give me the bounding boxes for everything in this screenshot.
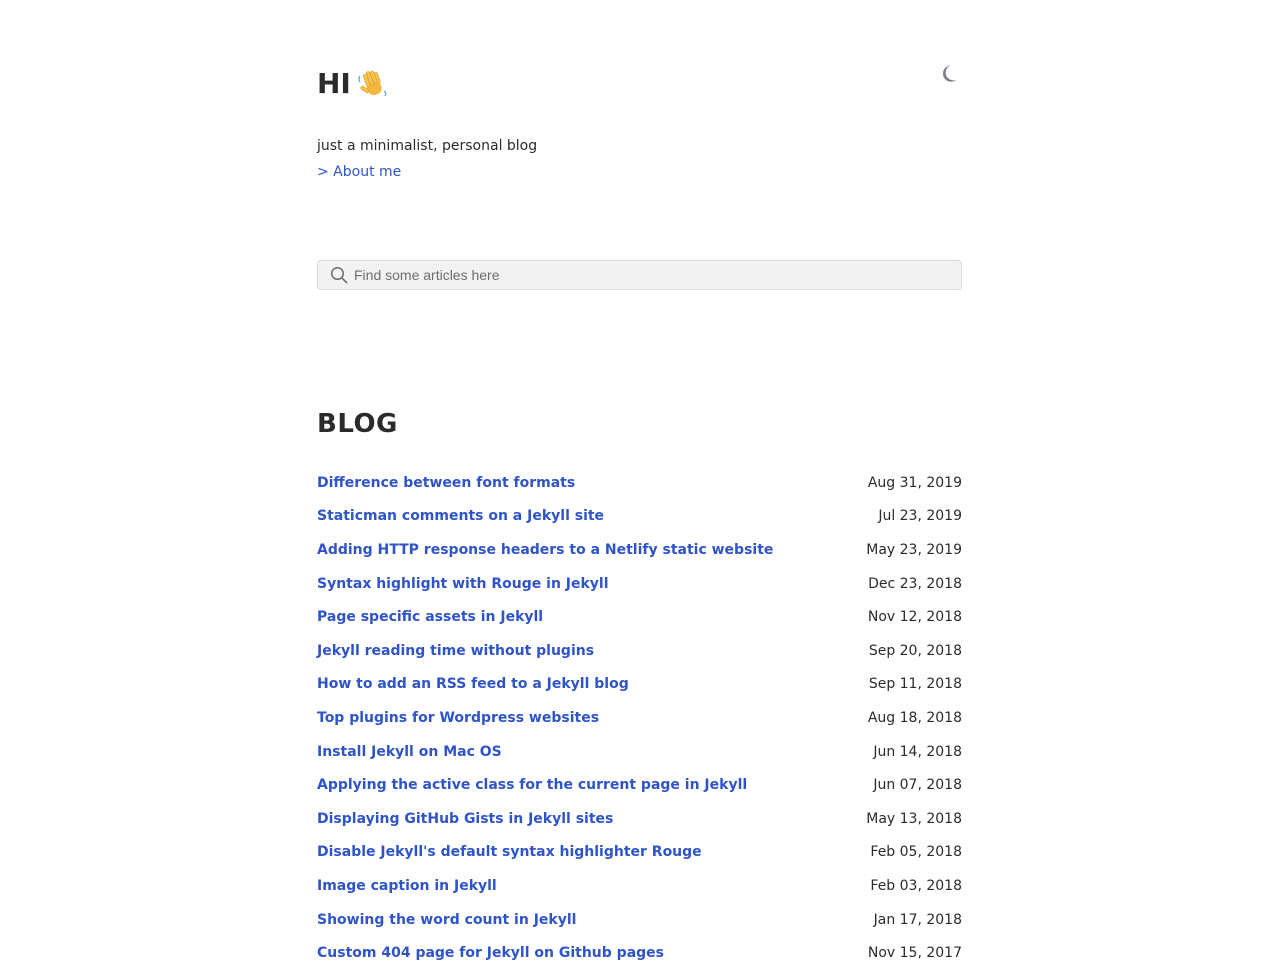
post-list-item: Jekyll reading time without plugins Sep 2… xyxy=(317,634,962,668)
post-list-item: Disable Jekyll's default syntax highligh… xyxy=(317,836,962,870)
page-header: HI just a minimalist, personal blog > Ab… xyxy=(317,0,962,220)
search-icon xyxy=(330,266,348,284)
post-date: Feb 05, 2018 xyxy=(870,844,962,861)
post-date: Feb 03, 2018 xyxy=(870,877,962,894)
moon-icon[interactable] xyxy=(937,61,961,85)
post-date: May 13, 2018 xyxy=(866,810,962,827)
post-title-link[interactable]: Top plugins for Wordpress websites xyxy=(317,710,599,726)
post-title-link[interactable]: Staticman comments on a Jekyll site xyxy=(317,508,604,524)
post-title-link[interactable]: Jekyll reading time without plugins xyxy=(317,643,594,659)
post-date: Dec 23, 2018 xyxy=(868,575,962,592)
post-date: Nov 12, 2018 xyxy=(867,609,962,626)
post-date: Jun 07, 2018 xyxy=(873,777,962,794)
post-date: Nov 15, 2017 xyxy=(867,945,962,962)
post-title-link[interactable]: Page specific assets in Jekyll xyxy=(317,609,543,625)
post-title-link[interactable]: Image caption in Jekyll xyxy=(317,878,497,894)
waving-hand-icon xyxy=(358,70,387,97)
greeting-text: HI xyxy=(317,67,351,100)
post-title-link[interactable]: Showing the word count in Jekyll xyxy=(317,912,576,928)
post-title-link[interactable]: Displaying GitHub Gists in Jekyll sites xyxy=(317,811,613,827)
post-list-item: Adding HTTP response headers to a Netlif… xyxy=(317,533,962,567)
post-title-link[interactable]: Install Jekyll on Mac OS xyxy=(317,744,502,760)
tagline: just a minimalist, personal blog xyxy=(317,138,538,154)
post-list-item: Difference between font formats Aug 31, 2… xyxy=(317,466,962,500)
post-list-item: Custom 404 page for Jekyll on Github pag… xyxy=(317,936,962,970)
post-list-item: Displaying GitHub Gists in Jekyll sites M… xyxy=(317,802,962,836)
post-title-link[interactable]: Disable Jekyll's default syntax highligh… xyxy=(317,844,702,860)
post-date: Jan 17, 2018 xyxy=(873,911,962,928)
post-date: Jul 23, 2019 xyxy=(878,508,962,525)
search-input[interactable] xyxy=(354,267,934,283)
post-list-item: Page specific assets in Jekyll Nov 12, 20… xyxy=(317,600,962,634)
post-title-link[interactable]: Custom 404 page for Jekyll on Github pag… xyxy=(317,945,664,961)
greeting-heading: HI xyxy=(317,66,389,102)
post-date: May 23, 2019 xyxy=(866,541,962,558)
post-list-item: Top plugins for Wordpress websites Aug 18… xyxy=(317,701,962,735)
post-list-item: How to add an RSS feed to a Jekyll blog S… xyxy=(317,668,962,702)
post-title-link[interactable]: Syntax highlight with Rouge in Jekyll xyxy=(317,576,609,592)
post-title-link[interactable]: Difference between font formats xyxy=(317,475,575,491)
post-title-link[interactable]: Applying the active class for the curren… xyxy=(317,777,747,793)
post-date: Sep 11, 2018 xyxy=(868,676,962,693)
search-bar[interactable] xyxy=(317,260,962,290)
post-date: Aug 18, 2018 xyxy=(867,709,962,726)
post-list-item: Staticman comments on a Jekyll site Jul 2… xyxy=(317,500,962,534)
post-title-link[interactable]: Adding HTTP response headers to a Netlif… xyxy=(317,542,773,558)
post-list-item: Applying the active class for the curren… xyxy=(317,768,962,802)
post-list-item: Syntax highlight with Rouge in Jekyll Dec… xyxy=(317,567,962,601)
post-list-item: Showing the word count in Jekyll Jan 17, … xyxy=(317,903,962,937)
post-date: Sep 20, 2018 xyxy=(868,642,962,659)
post-date: Aug 31, 2019 xyxy=(867,474,962,491)
post-list-item: Image caption in Jekyll Feb 03, 2018 xyxy=(317,869,962,903)
post-list-item: Install Jekyll on Mac OS Jun 14, 2018 xyxy=(317,735,962,769)
blog-section-title: BLOG xyxy=(317,409,398,439)
about-me-link[interactable]: > About me xyxy=(317,163,401,181)
post-title-link[interactable]: How to add an RSS feed to a Jekyll blog xyxy=(317,676,629,692)
post-list: Difference between font formats Aug 31, 2… xyxy=(317,466,962,970)
post-date: Jun 14, 2018 xyxy=(873,743,962,760)
